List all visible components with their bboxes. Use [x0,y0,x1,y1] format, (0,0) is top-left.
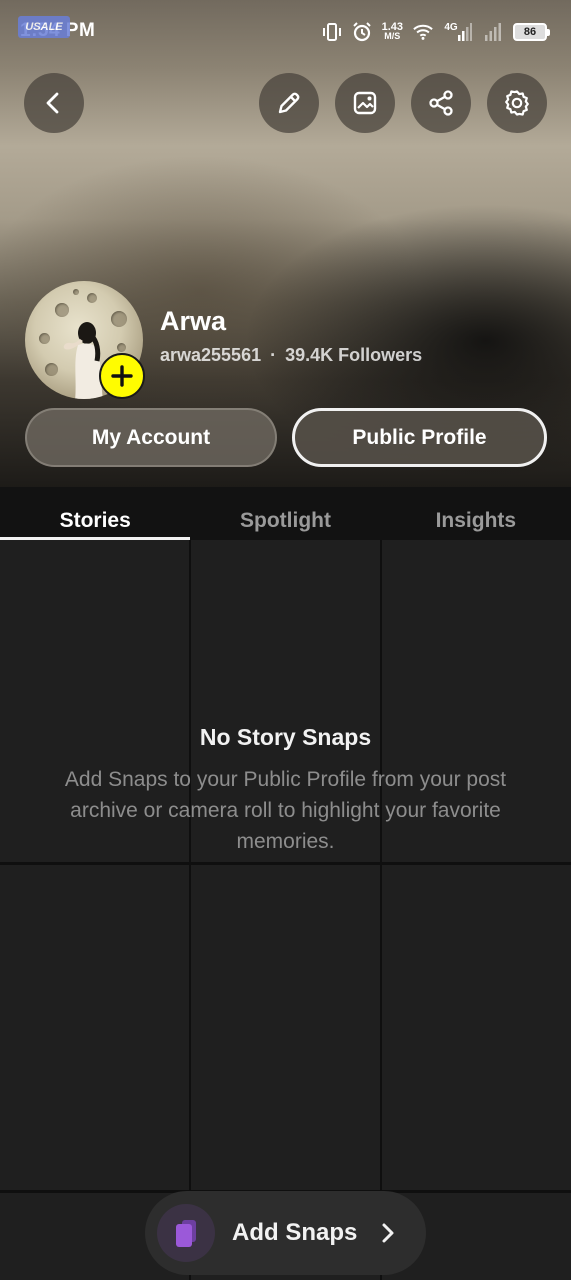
chevron-right-icon [382,1223,394,1243]
status-icons: 1.43 M/S 4G 86 [322,18,550,46]
grid-cell [0,865,189,1190]
chevron-left-icon [46,92,59,114]
gear-icon [505,90,529,116]
image-icon [353,91,377,115]
profile-subline: arwa255561 · 39.4K Followers [160,345,422,366]
signal-icon [483,22,503,42]
network-type: 4G [444,22,458,33]
status-bar: 1:54 PM USALE 1.43 M/S 4G 86 [0,0,571,64]
change-background-button[interactable] [335,73,395,133]
tab-stories[interactable]: Stories [0,487,191,540]
wifi-icon [413,22,433,42]
pencil-icon [278,92,300,114]
content-tabs: Stories Spotlight Insights [0,487,571,540]
username: arwa255561 [160,345,262,365]
signal-4g-icon: 4G [443,22,473,42]
public-profile-button[interactable]: Public Profile [292,408,547,467]
edit-profile-button[interactable] [259,73,319,133]
cards-icon [157,1204,215,1262]
share-icon [429,90,453,116]
profile-header: 1:54 PM USALE 1.43 M/S 4G 86 [0,0,571,487]
my-account-button[interactable]: My Account [25,408,277,467]
grid-cell [191,865,380,1190]
add-story-button[interactable] [99,353,145,399]
empty-state-body: Add Snaps to your Public Profile from yo… [64,768,507,853]
add-snaps-button[interactable]: Add Snaps [145,1191,426,1275]
stories-grid [0,540,571,1280]
vibrate-icon [322,22,342,42]
tab-insights[interactable]: Insights [381,487,571,540]
add-snaps-label: Add Snaps [232,1219,358,1246]
empty-state-title: No Story Snaps [199,724,372,750]
battery-indicator: 86 [513,23,550,41]
person-silhouette [63,322,103,399]
back-button[interactable] [24,73,84,133]
plus-icon [111,365,133,387]
share-profile-button[interactable] [411,73,471,133]
alarm-icon [352,22,372,42]
tab-spotlight[interactable]: Spotlight [190,487,380,540]
settings-button[interactable] [487,73,547,133]
overlay-logo: USALE [18,16,70,38]
grid-cell [382,865,571,1190]
network-speed: 1.43 M/S [382,22,403,41]
followers-count: 39.4K Followers [285,345,423,365]
display-name: Arwa [160,306,227,336]
speed-unit: M/S [384,31,401,41]
separator: · [270,345,277,365]
